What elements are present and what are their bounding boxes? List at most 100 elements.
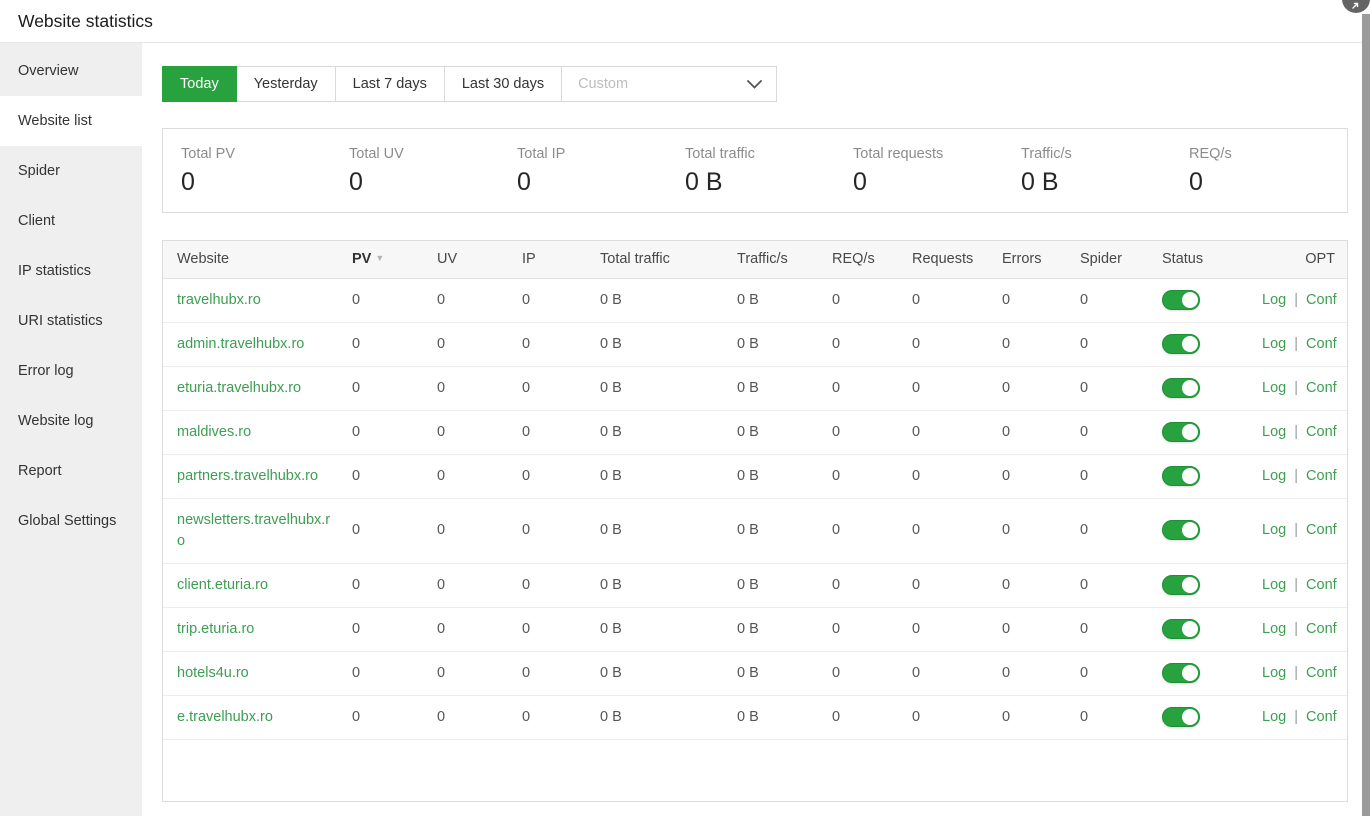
website-link[interactable]: e.travelhubx.ro: [177, 709, 273, 725]
cell-total-traffic: 0 B: [586, 563, 723, 607]
conf-link[interactable]: Conf: [1306, 577, 1337, 593]
sidebar-item-global-settings[interactable]: Global Settings: [0, 496, 142, 546]
summary-panel: Total PV 0 Total UV 0 Total IP 0 Total t…: [162, 128, 1348, 213]
cell-pv: 0: [338, 410, 423, 454]
conf-link[interactable]: Conf: [1306, 424, 1337, 440]
summary-stat-label: Traffic/s: [1021, 146, 1171, 162]
column-header-pv[interactable]: PV▼: [338, 241, 423, 278]
log-link[interactable]: Log: [1262, 665, 1286, 681]
log-link[interactable]: Log: [1262, 522, 1286, 538]
sidebar-item-report[interactable]: Report: [0, 446, 142, 496]
website-link[interactable]: client.eturia.ro: [177, 577, 268, 593]
conf-link[interactable]: Conf: [1306, 665, 1337, 681]
log-link[interactable]: Log: [1262, 424, 1286, 440]
conf-link[interactable]: Conf: [1306, 709, 1337, 725]
log-link[interactable]: Log: [1262, 292, 1286, 308]
website-link[interactable]: admin.travelhubx.ro: [177, 336, 304, 352]
tab-last-7-days[interactable]: Last 7 days: [335, 66, 445, 102]
sidebar-item-label: Website log: [18, 413, 94, 429]
cell-req-per-s: 0: [818, 651, 898, 695]
log-link[interactable]: Log: [1262, 621, 1286, 637]
sidebar-item-label: Spider: [18, 163, 60, 179]
cell-pv: 0: [338, 607, 423, 651]
summary-stat-value: 0: [349, 170, 499, 195]
status-toggle[interactable]: [1162, 663, 1200, 683]
cell-spider: 0: [1066, 410, 1148, 454]
website-link[interactable]: trip.eturia.ro: [177, 621, 254, 637]
website-link[interactable]: partners.travelhubx.ro: [177, 468, 318, 484]
sidebar-item-ip-statistics[interactable]: IP statistics: [0, 246, 142, 296]
column-header-traffic-s[interactable]: Traffic/s: [723, 241, 818, 278]
website-link[interactable]: maldives.ro: [177, 424, 251, 440]
sidebar-item-client[interactable]: Client: [0, 196, 142, 246]
conf-link[interactable]: Conf: [1306, 468, 1337, 484]
cell-req-per-s: 0: [818, 498, 898, 563]
sidebar-item-website-log[interactable]: Website log: [0, 396, 142, 446]
column-header-uv[interactable]: UV: [423, 241, 508, 278]
conf-link[interactable]: Conf: [1306, 336, 1337, 352]
website-link[interactable]: newsletters.travelhubx.ro: [177, 512, 330, 549]
cell-spider: 0: [1066, 278, 1148, 322]
status-toggle[interactable]: [1162, 575, 1200, 595]
cell-traffic-per-s: 0 B: [723, 695, 818, 739]
sidebar-item-spider[interactable]: Spider: [0, 146, 142, 196]
status-toggle[interactable]: [1162, 334, 1200, 354]
cell-spider: 0: [1066, 607, 1148, 651]
tab-today[interactable]: Today: [162, 66, 237, 102]
custom-date-dropdown[interactable]: Custom: [561, 66, 777, 102]
tab-last-30-days[interactable]: Last 30 days: [444, 66, 562, 102]
log-link[interactable]: Log: [1262, 709, 1286, 725]
table-row: trip.eturia.ro 0 0 0 0 B 0 B 0 0 0 0 Log…: [163, 607, 1348, 651]
table-row: client.eturia.ro 0 0 0 0 B 0 B 0 0 0 0 L…: [163, 563, 1348, 607]
status-toggle[interactable]: [1162, 378, 1200, 398]
column-header-errors[interactable]: Errors: [988, 241, 1066, 278]
status-toggle[interactable]: [1162, 466, 1200, 486]
sidebar-item-error-log[interactable]: Error log: [0, 346, 142, 396]
status-toggle[interactable]: [1162, 619, 1200, 639]
opt-separator: |: [1286, 336, 1306, 352]
website-link[interactable]: eturia.travelhubx.ro: [177, 380, 301, 396]
log-link[interactable]: Log: [1262, 380, 1286, 396]
status-toggle[interactable]: [1162, 422, 1200, 442]
cell-ip: 0: [508, 366, 586, 410]
conf-link[interactable]: Conf: [1306, 621, 1337, 637]
cell-traffic-per-s: 0 B: [723, 322, 818, 366]
status-toggle[interactable]: [1162, 707, 1200, 727]
column-header-ip[interactable]: IP: [508, 241, 586, 278]
cell-errors: 0: [988, 651, 1066, 695]
column-header-spider[interactable]: Spider: [1066, 241, 1148, 278]
column-header-total-traffic[interactable]: Total traffic: [586, 241, 723, 278]
cell-errors: 0: [988, 695, 1066, 739]
vertical-scrollbar-track[interactable]: [1362, 0, 1370, 816]
toggle-knob: [1182, 577, 1198, 593]
summary-stat-label: Total traffic: [685, 146, 835, 162]
status-toggle[interactable]: [1162, 520, 1200, 540]
log-link[interactable]: Log: [1262, 577, 1286, 593]
conf-link[interactable]: Conf: [1306, 522, 1337, 538]
log-link[interactable]: Log: [1262, 468, 1286, 484]
sidebar-item-label: Website list: [18, 113, 92, 129]
summary-stat-value: 0: [1189, 170, 1339, 195]
website-link[interactable]: hotels4u.ro: [177, 665, 249, 681]
sidebar-item-overview[interactable]: Overview: [0, 46, 142, 96]
cell-uv: 0: [423, 454, 508, 498]
tab-yesterday[interactable]: Yesterday: [236, 66, 336, 102]
status-toggle[interactable]: [1162, 290, 1200, 310]
summary-stat-label: Total PV: [181, 146, 331, 162]
toggle-knob: [1182, 336, 1198, 352]
summary-stat-total-pv: Total PV 0: [163, 146, 331, 195]
conf-link[interactable]: Conf: [1306, 380, 1337, 396]
website-link[interactable]: travelhubx.ro: [177, 292, 261, 308]
log-link[interactable]: Log: [1262, 336, 1286, 352]
column-header-req-s[interactable]: REQ/s: [818, 241, 898, 278]
conf-link[interactable]: Conf: [1306, 292, 1337, 308]
summary-stat-total-requests: Total requests 0: [835, 146, 1003, 195]
summary-stat-traffic-s: Traffic/s 0 B: [1003, 146, 1171, 195]
column-header-requests[interactable]: Requests: [898, 241, 988, 278]
sidebar-item-website-list[interactable]: Website list: [0, 96, 142, 146]
sidebar-item-label: Global Settings: [18, 513, 116, 529]
column-header-status: Status: [1148, 241, 1248, 278]
column-header-website: Website: [163, 241, 338, 278]
sidebar-item-uri-statistics[interactable]: URI statistics: [0, 296, 142, 346]
vertical-scrollbar-thumb[interactable]: [1362, 14, 1370, 816]
